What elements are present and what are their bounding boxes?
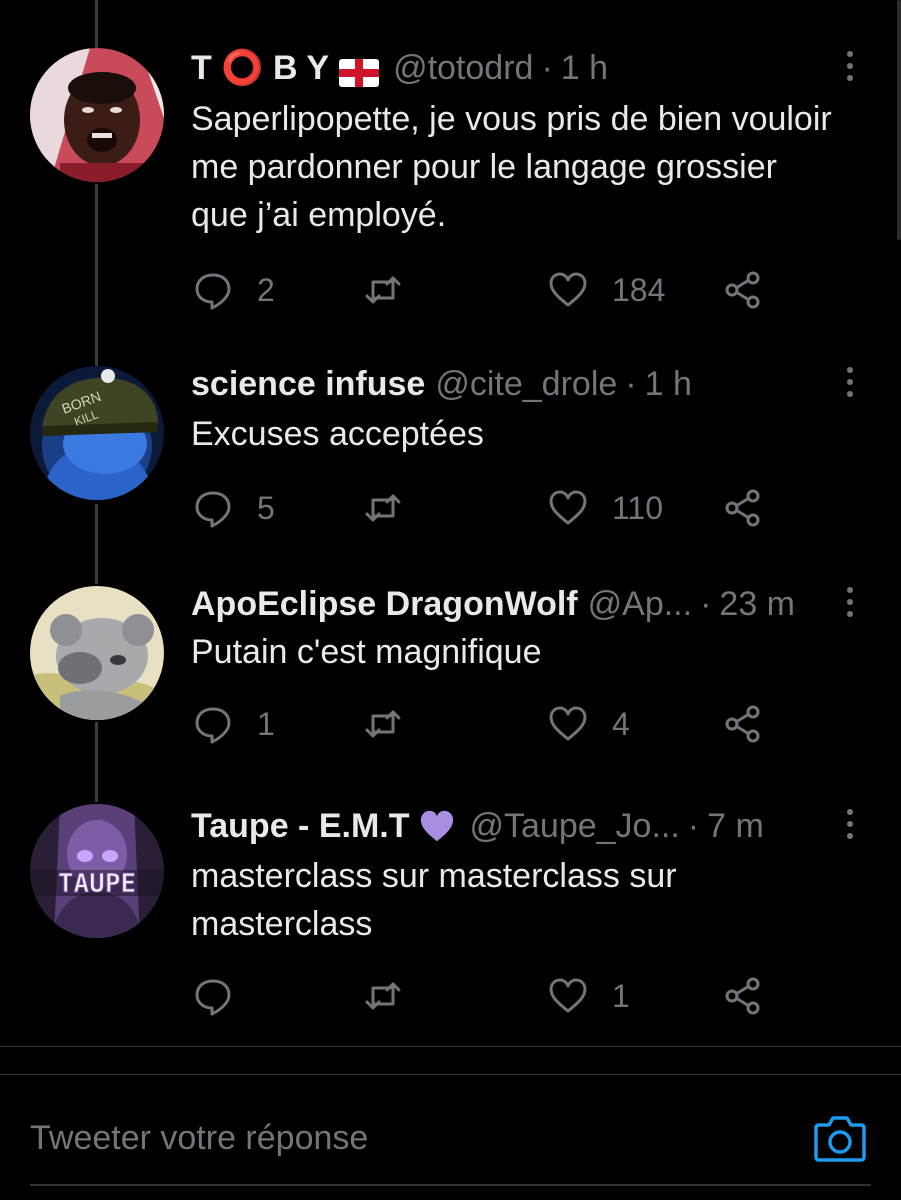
avatar[interactable]: [30, 586, 164, 720]
retweet-arrows-icon: [365, 494, 401, 522]
vertical-dots-icon: [847, 51, 853, 57]
tweet-text: Saperlipopette, je vous pris de bien vou…: [191, 100, 832, 234]
tweet[interactable]: TAUPE Taupe - E.M.T @Taupe_Jo... · 7 m m…: [0, 780, 901, 1046]
tweet-text: Excuses acceptées: [191, 415, 484, 453]
share-nodes-icon: [725, 705, 760, 743]
reply-count: 2: [257, 271, 275, 308]
more-options-button[interactable]: [838, 582, 862, 622]
vertical-dots-icon: [847, 587, 853, 593]
heart-icon: [549, 272, 587, 307]
like-button[interactable]: 4: [548, 702, 630, 746]
speech-bubble-icon: [195, 491, 231, 528]
timestamp[interactable]: 23 m: [719, 582, 795, 626]
reply-composer: [0, 1075, 901, 1200]
separator-dot: ·: [687, 807, 700, 845]
user-handle[interactable]: @Ap...: [588, 582, 692, 626]
reply-button[interactable]: 1: [193, 702, 275, 746]
reply-button[interactable]: 5: [193, 486, 275, 530]
tweet-actions: 1: [193, 974, 773, 1018]
flag-england-icon: [339, 54, 380, 87]
like-button[interactable]: 1: [548, 974, 630, 1018]
like-button[interactable]: 184: [548, 268, 665, 312]
retweet-arrows-icon: [365, 276, 401, 304]
display-name[interactable]: science infuse: [191, 362, 425, 406]
heart-icon: [549, 706, 587, 741]
speech-bubble-icon: [195, 273, 231, 310]
timestamp[interactable]: 1 h: [561, 46, 608, 90]
user-handle[interactable]: @cite_drole: [435, 362, 617, 406]
display-name[interactable]: Taupe - E.M.T: [191, 804, 409, 848]
share-button[interactable]: [723, 486, 763, 530]
like-count: 184: [612, 271, 666, 308]
tweet[interactable]: T ⭕ B Y @totodrd · 1 h Saperlipopette, j…: [0, 0, 901, 340]
tweet[interactable]: BORN KILL science infuse @cite_drole · 1…: [0, 340, 901, 560]
separator-dot: ·: [625, 365, 637, 403]
purple-heart-icon: [419, 809, 455, 843]
heart-icon: [549, 978, 587, 1013]
tweet-header: ApoEclipse DragonWolf @Ap... · 23 m: [191, 582, 831, 626]
avatar[interactable]: BORN KILL: [30, 366, 164, 500]
timestamp[interactable]: 7 m: [707, 804, 764, 848]
retweet-arrows-icon: [365, 710, 401, 738]
input-underline: [30, 1184, 871, 1186]
retweet-button[interactable]: [363, 268, 427, 312]
camera-icon: [814, 1116, 866, 1162]
more-options-button[interactable]: [838, 362, 862, 402]
more-options-button[interactable]: [838, 46, 862, 86]
user-handle[interactable]: @totodrd: [393, 46, 533, 90]
tweet-actions: 2 184: [193, 268, 773, 312]
share-button[interactable]: [723, 268, 763, 312]
separator-dot: ·: [700, 585, 712, 623]
share-nodes-icon: [725, 977, 760, 1015]
like-button[interactable]: 110: [548, 486, 663, 530]
reply-button[interactable]: 2: [193, 268, 275, 312]
reply-button[interactable]: [193, 974, 257, 1018]
heart-icon: [549, 490, 587, 525]
timestamp[interactable]: 1 h: [645, 362, 692, 406]
reply-count: 1: [257, 705, 275, 742]
like-count: 110: [612, 489, 664, 526]
speech-bubble-icon: [195, 979, 231, 1016]
avatar-text: TAUPE: [58, 869, 136, 899]
tweet-actions: 5 110: [193, 486, 773, 530]
share-nodes-icon: [725, 271, 760, 309]
retweet-button[interactable]: [363, 702, 427, 746]
like-count: 4: [612, 705, 630, 742]
retweet-button[interactable]: [363, 974, 427, 1018]
avatar[interactable]: [30, 48, 164, 182]
reply-count: 5: [257, 489, 275, 526]
display-name[interactable]: ApoEclipse DragonWolf: [191, 582, 578, 626]
reply-input[interactable]: [30, 1113, 730, 1163]
divider: [0, 1046, 901, 1047]
share-nodes-icon: [725, 489, 760, 527]
vertical-dots-icon: [847, 367, 853, 373]
tweet-header: Taupe - E.M.T @Taupe_Jo... · 7 m: [191, 804, 831, 848]
speech-bubble-icon: [195, 707, 231, 744]
retweet-button[interactable]: [363, 486, 427, 530]
camera-button[interactable]: [813, 1113, 867, 1163]
display-name[interactable]: T ⭕ B Y: [191, 46, 329, 90]
avatar[interactable]: TAUPE: [30, 804, 164, 938]
separator-dot: ·: [541, 49, 553, 87]
tweet[interactable]: ApoEclipse DragonWolf @Ap... · 23 m Puta…: [0, 560, 901, 780]
vertical-dots-icon: [847, 809, 853, 815]
tweet-header: science infuse @cite_drole · 1 h: [191, 362, 831, 406]
tweet-text: masterclass sur masterclass sur mastercl…: [191, 857, 677, 943]
like-count: 1: [612, 977, 630, 1014]
share-button[interactable]: [723, 702, 763, 746]
more-options-button[interactable]: [838, 804, 862, 844]
user-handle[interactable]: @Taupe_Jo...: [469, 804, 679, 848]
retweet-arrows-icon: [365, 982, 401, 1010]
tweet-text: Putain c'est magnifique: [191, 633, 542, 671]
tweet-header: T ⭕ B Y @totodrd · 1 h: [191, 46, 831, 90]
share-button[interactable]: [723, 974, 763, 1018]
tweet-actions: 1 4: [193, 702, 773, 746]
